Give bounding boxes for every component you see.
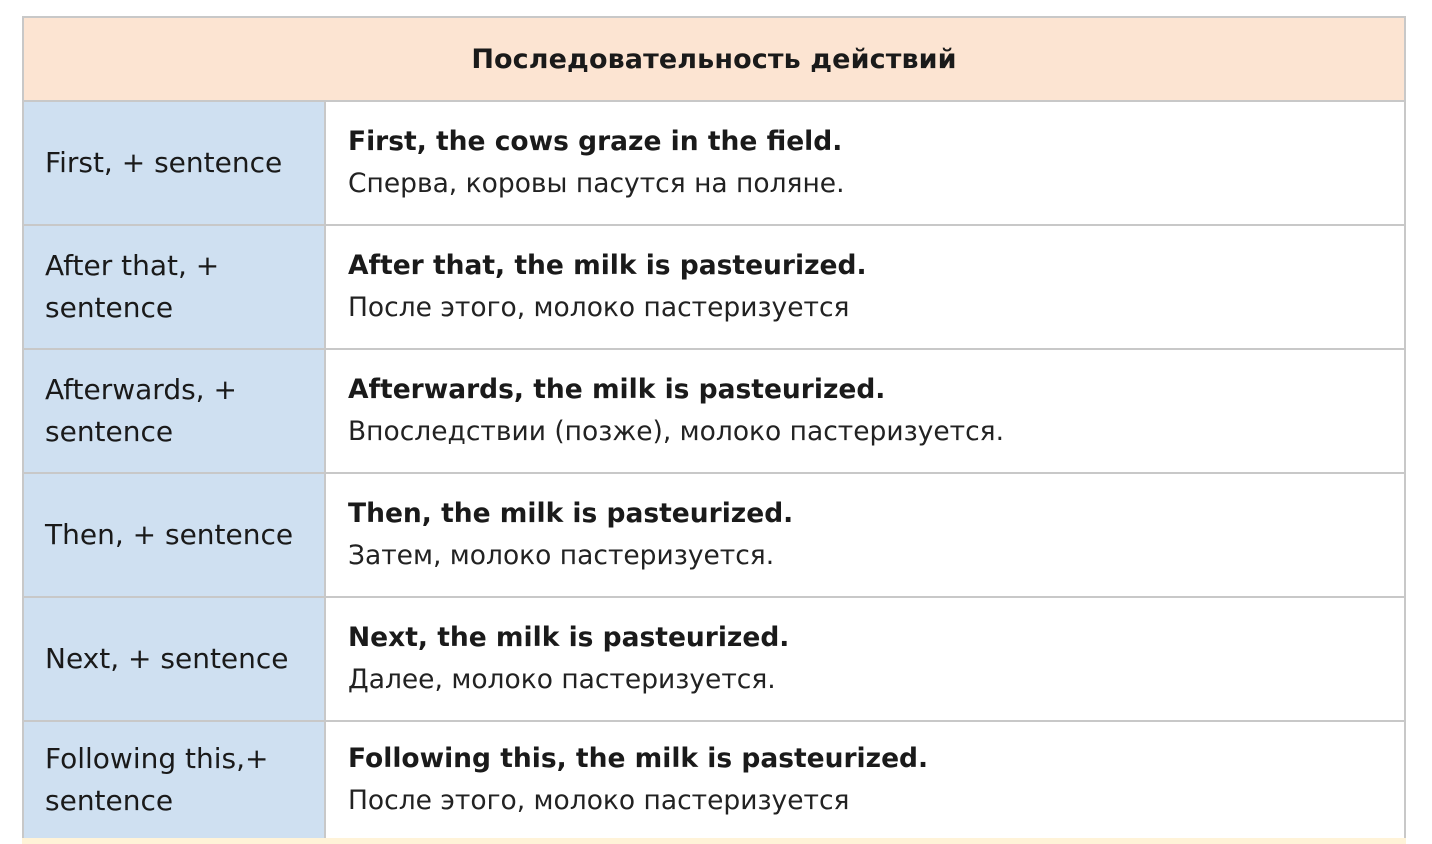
example-english: First, the cows graze in the field. <box>348 126 843 157</box>
table-row: Then, + sentence Then, the milk is paste… <box>22 472 1406 598</box>
next-row-edge <box>22 838 1406 844</box>
example-english: Next, the milk is pasteurized. <box>348 622 790 653</box>
example-english: Then, the milk is pasteurized. <box>348 498 794 529</box>
table-title: Последовательность действий <box>22 16 1406 102</box>
phrase-cell: Afterwards, + sentence <box>22 348 326 474</box>
example-cell: Then, the milk is pasteurized. Затем, мо… <box>324 472 1406 598</box>
example-cell: After that, the milk is pasteurized. Пос… <box>324 224 1406 350</box>
table-row: First, + sentence First, the cows graze … <box>22 100 1406 226</box>
phrase-cell: Following this,+ sentence <box>22 720 326 840</box>
phrase-cell: First, + sentence <box>22 100 326 226</box>
example-russian: Впоследствии (позже), молоко пастеризует… <box>348 416 1005 447</box>
phrase-cell: Then, + sentence <box>22 472 326 598</box>
example-cell: Afterwards, the milk is pasteurized. Впо… <box>324 348 1406 474</box>
sequence-table-container: Последовательность действий First, + sen… <box>22 16 1406 844</box>
example-russian: После этого, молоко пастеризуется <box>348 292 850 323</box>
example-cell: Next, the milk is pasteurized. Далее, мо… <box>324 596 1406 722</box>
sequence-table: Последовательность действий First, + sen… <box>22 16 1406 840</box>
phrase-cell: Next, + sentence <box>22 596 326 722</box>
example-russian: После этого, молоко пастеризуется <box>348 785 850 816</box>
example-english: After that, the milk is pasteurized. <box>348 250 867 281</box>
example-russian: Затем, молоко пастеризуется. <box>348 540 775 571</box>
example-cell: Following this, the milk is pasteurized.… <box>324 720 1406 840</box>
phrase-cell: After that, + sentence <box>22 224 326 350</box>
example-russian: Далее, молоко пастеризуется. <box>348 664 776 695</box>
table-row: Next, + sentence Next, the milk is paste… <box>22 596 1406 722</box>
example-russian: Сперва, коровы пасутся на поляне. <box>348 168 845 199</box>
table-row: Following this,+ sentence Following this… <box>22 720 1406 840</box>
table-row: Afterwards, + sentence Afterwards, the m… <box>22 348 1406 474</box>
table-row: After that, + sentence After that, the m… <box>22 224 1406 350</box>
example-english: Afterwards, the milk is pasteurized. <box>348 374 886 405</box>
table-header-row: Последовательность действий <box>22 16 1406 102</box>
example-english: Following this, the milk is pasteurized. <box>348 743 929 774</box>
example-cell: First, the cows graze in the field. Спер… <box>324 100 1406 226</box>
